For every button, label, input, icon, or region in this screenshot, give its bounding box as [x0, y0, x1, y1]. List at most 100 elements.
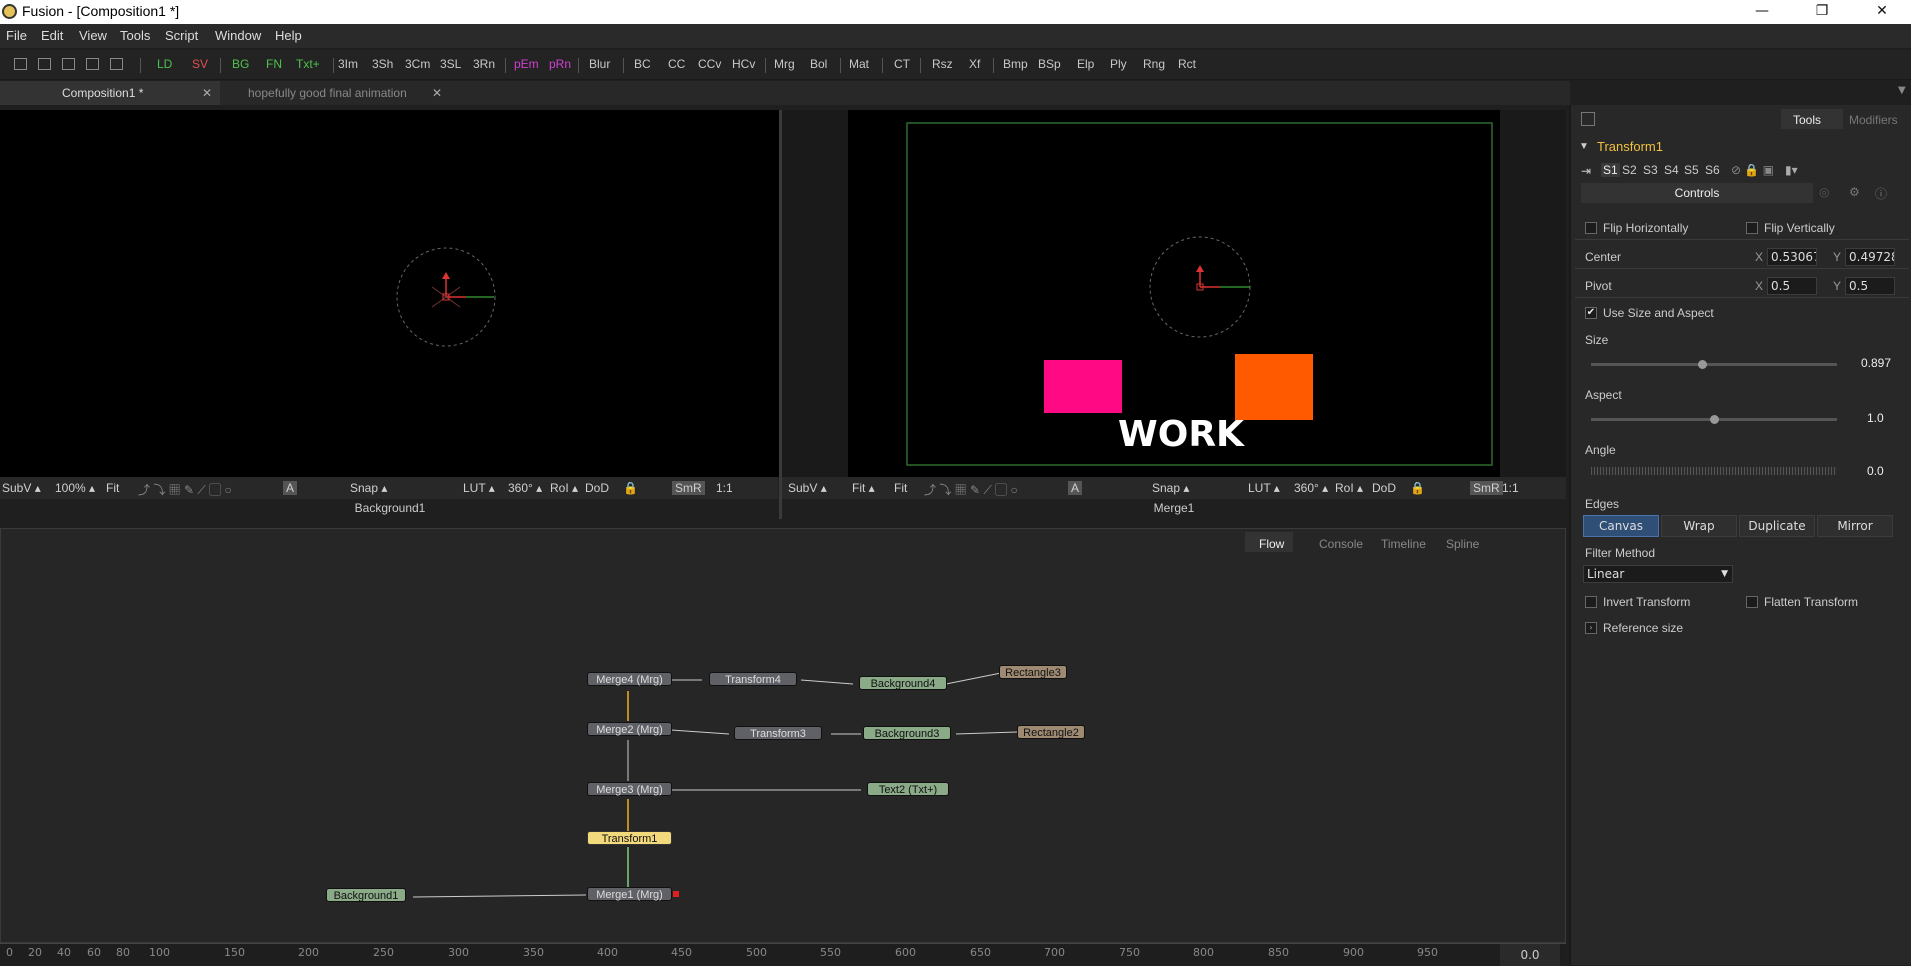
fit-button[interactable]: Fit: [106, 481, 119, 495]
slot-s5[interactable]: S5: [1684, 163, 1699, 177]
layout-3-icon[interactable]: [62, 58, 75, 70]
layout-2-icon[interactable]: [38, 58, 51, 70]
close-button[interactable]: ✕: [1857, 0, 1907, 24]
node-merge3[interactable]: Merge3 (Mrg): [587, 782, 672, 796]
tool-mrg[interactable]: Mrg: [774, 57, 795, 71]
lock-icon[interactable]: 🔒: [1410, 481, 1425, 495]
size-value[interactable]: 0.897: [1861, 356, 1891, 370]
tool-pem[interactable]: pEm: [514, 57, 539, 71]
lut-button[interactable]: LUT ▴: [1248, 481, 1280, 495]
edges-duplicate-button[interactable]: Duplicate: [1739, 515, 1815, 537]
menu-view[interactable]: View: [79, 28, 107, 43]
tool-collapse-icon[interactable]: ▼: [1579, 141, 1589, 152]
tab-close-icon[interactable]: ✕: [432, 81, 442, 105]
color-swatch-icon[interactable]: ▮▾: [1785, 163, 1798, 177]
node-merge1[interactable]: Merge1 (Mrg): [587, 887, 672, 901]
filter-method-select[interactable]: Linear ▼: [1583, 565, 1733, 583]
slot-s2[interactable]: S2: [1622, 163, 1637, 177]
tabs-dropdown-icon[interactable]: ▼: [1898, 85, 1906, 96]
tab-tools[interactable]: Tools: [1793, 113, 1821, 127]
rotate-360-button[interactable]: 360° ▴: [508, 481, 542, 495]
tool-ld[interactable]: LD: [157, 57, 172, 71]
node-merge2[interactable]: Merge2 (Mrg): [587, 722, 672, 736]
viewer-tools-icon[interactable]: ⤴ ⤵ ▦ ✎ ⟋ ▢ ○: [138, 481, 232, 498]
tool-rct[interactable]: Rct: [1178, 57, 1196, 71]
layout-1-icon[interactable]: [14, 58, 27, 70]
viewer-tools-icon[interactable]: ⤴ ⤵ ▦ ✎ ⟋ ▢ ○: [924, 481, 1018, 498]
subview-button[interactable]: SubV ▴: [788, 481, 827, 495]
size-slider-knob[interactable]: [1697, 360, 1707, 369]
menu-edit[interactable]: Edit: [41, 28, 63, 43]
timeline-ruler[interactable]: 0 20 40 60 80 100 150 200 250 300 350 40…: [0, 943, 1566, 966]
node-text2[interactable]: Text2 (Txt+): [867, 782, 949, 796]
angle-thumbwheel[interactable]: [1591, 467, 1837, 475]
pin-icon[interactable]: ⇥: [1581, 164, 1591, 178]
slot-options-icon[interactable]: ⊘ 🔒 ▣: [1731, 163, 1774, 177]
rotate-360-button[interactable]: 360° ▴: [1294, 481, 1328, 495]
menu-window[interactable]: Window: [215, 28, 261, 43]
menu-help[interactable]: Help: [275, 28, 302, 43]
text-tool-icon[interactable]: A: [1068, 481, 1083, 495]
tool-ccv[interactable]: CCv: [698, 57, 721, 71]
angle-value[interactable]: 0.0: [1867, 464, 1884, 478]
zoom-button[interactable]: 100% ▴: [55, 481, 95, 495]
tool-3sh[interactable]: 3Sh: [372, 57, 393, 71]
viewer-right[interactable]: WORK: [782, 110, 1566, 477]
tool-rsz[interactable]: Rsz: [932, 57, 953, 71]
controls-tab[interactable]: Controls: [1581, 183, 1813, 203]
tool-bmp[interactable]: Bmp: [1003, 57, 1028, 71]
tool-hcv[interactable]: HCv: [732, 57, 755, 71]
viewer-left[interactable]: [0, 110, 780, 477]
ratio-button[interactable]: 1:1: [1502, 481, 1519, 495]
node-background3[interactable]: Background3: [863, 726, 951, 740]
dod-button[interactable]: DoD: [1372, 481, 1396, 495]
tool-mat[interactable]: Mat: [849, 57, 869, 71]
menu-file[interactable]: File: [6, 28, 27, 43]
lut-button[interactable]: LUT ▴: [463, 481, 495, 495]
zoom-button[interactable]: Fit ▴: [852, 481, 875, 495]
tool-txt[interactable]: Txt+: [296, 57, 320, 71]
tool-sv[interactable]: SV: [192, 57, 208, 71]
inspector-collapse-icon[interactable]: [1581, 112, 1595, 126]
tool-prn[interactable]: pRn: [549, 57, 571, 71]
node-background1[interactable]: Background1: [326, 888, 406, 902]
minimize-button[interactable]: —: [1737, 0, 1787, 24]
tool-3cm[interactable]: 3Cm: [405, 57, 430, 71]
node-rectangle3[interactable]: Rectangle3: [999, 665, 1067, 679]
reference-size-label[interactable]: Reference size: [1603, 621, 1683, 635]
tool-elp[interactable]: Elp: [1077, 57, 1094, 71]
roi-button[interactable]: RoI ▴: [550, 481, 578, 495]
info-icon[interactable]: ⓘ: [1875, 185, 1887, 202]
edges-canvas-button[interactable]: Canvas: [1583, 515, 1659, 537]
flip-horizontally-checkbox[interactable]: [1585, 222, 1597, 234]
tool-rng[interactable]: Rng: [1143, 57, 1165, 71]
slot-s3[interactable]: S3: [1643, 163, 1658, 177]
size-slider[interactable]: [1591, 363, 1837, 366]
flip-vertically-checkbox[interactable]: [1746, 222, 1758, 234]
roi-button[interactable]: RoI ▴: [1335, 481, 1363, 495]
slot-s4[interactable]: S4: [1664, 163, 1679, 177]
tool-cc[interactable]: CC: [668, 57, 685, 71]
ratio-button[interactable]: 1:1: [716, 481, 733, 495]
snap-button[interactable]: Snap ▴: [1152, 481, 1189, 495]
tool-bol[interactable]: Bol: [810, 57, 827, 71]
tool-fn[interactable]: FN: [266, 57, 282, 71]
tool-xf[interactable]: Xf: [969, 57, 980, 71]
edges-wrap-button[interactable]: Wrap: [1661, 515, 1737, 537]
node-transform1[interactable]: Transform1: [587, 831, 672, 845]
tool-blur[interactable]: Blur: [589, 57, 610, 71]
tab-final-animation[interactable]: hopefully good final animation ✕: [222, 81, 450, 105]
edges-mirror-button[interactable]: Mirror: [1817, 515, 1893, 537]
tab-close-icon[interactable]: ✕: [202, 81, 212, 105]
tool-ply[interactable]: Ply: [1110, 57, 1127, 71]
lock-icon[interactable]: 🔒: [623, 481, 638, 495]
center-x-input[interactable]: 0.53067: [1767, 248, 1817, 266]
tool-bc[interactable]: BC: [634, 57, 651, 71]
tool-bsp[interactable]: BSp: [1038, 57, 1061, 71]
radio-tab-icon[interactable]: ◎: [1819, 185, 1829, 199]
tab-modifiers[interactable]: Modifiers: [1849, 113, 1898, 127]
pivot-y-input[interactable]: 0.5: [1845, 277, 1895, 295]
layout-4-icon[interactable]: [86, 58, 99, 70]
tool-bg[interactable]: BG: [232, 57, 249, 71]
tool-3rn[interactable]: 3Rn: [473, 57, 495, 71]
